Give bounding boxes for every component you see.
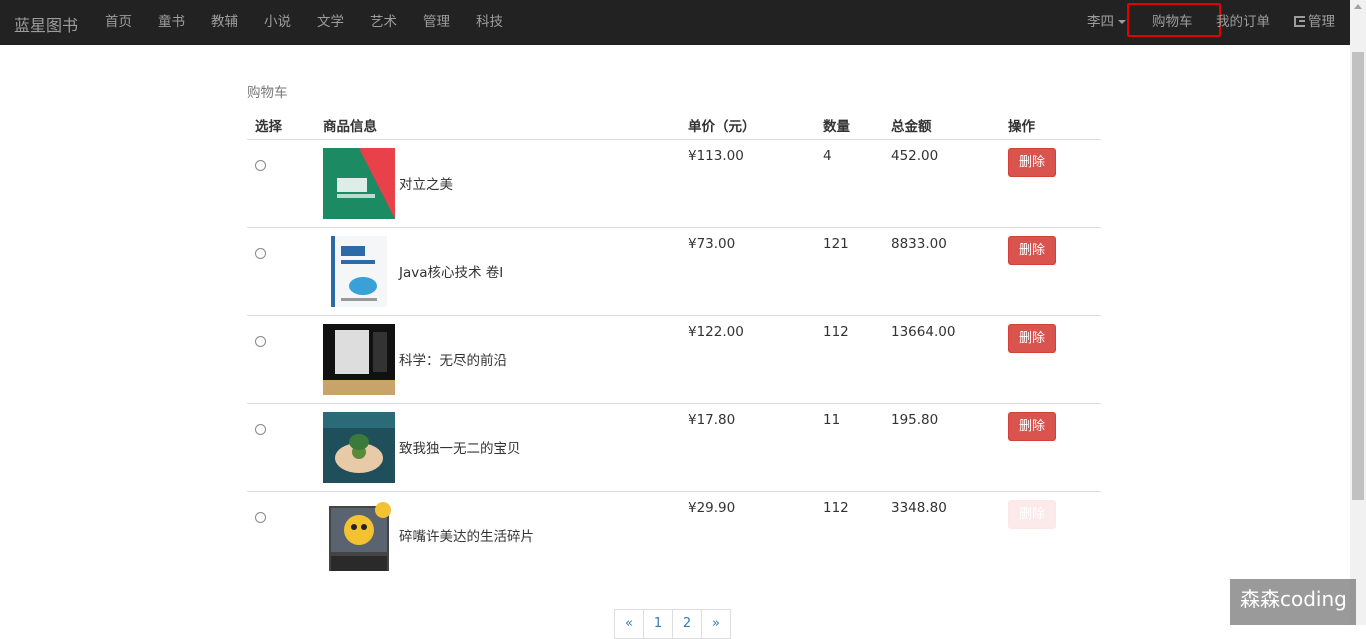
nav-admin-label: 管理: [1308, 14, 1335, 30]
total-amount: 13664.00: [883, 315, 1000, 404]
book-cover-image[interactable]: [323, 147, 395, 219]
product-info: Java核心技术 卷I: [323, 235, 672, 307]
product-info: 致我独一无二的宝贝: [323, 411, 672, 483]
nav-item-novels[interactable]: 小说: [251, 0, 304, 45]
cart-highlight-box: [1127, 3, 1221, 37]
book-cover-image[interactable]: [323, 411, 395, 483]
nav-item-management[interactable]: 管理: [410, 0, 463, 45]
nav-admin-link[interactable]: 管理: [1294, 14, 1335, 31]
watermark: 森森coding: [1230, 579, 1356, 625]
product-name[interactable]: 碎嘴许美达的生活碎片: [399, 525, 534, 545]
table-row: Java核心技术 卷I ¥73.00 121 8833.00 删除: [247, 227, 1101, 316]
product-info: 科学：无尽的前沿: [323, 323, 672, 395]
col-header-price: 单价（元）: [680, 111, 815, 140]
table-row: 科学：无尽的前沿 ¥122.00 112 13664.00 删除: [247, 315, 1101, 404]
table-row: 碎嘴许美达的生活碎片 ¥29.90 112 3348.80 删除: [247, 491, 1101, 579]
total-amount: 452.00: [883, 139, 1000, 228]
vertical-scrollbar[interactable]: [1350, 0, 1366, 625]
table-header-row: 选择 商品信息 单价（元） 数量 总金额 操作: [247, 111, 1101, 140]
col-header-total: 总金额: [883, 111, 1000, 140]
scroll-up-arrow-icon[interactable]: [1354, 4, 1362, 9]
nav-item-literature[interactable]: 文学: [304, 0, 357, 45]
user-name: 李四: [1087, 14, 1114, 30]
nav-orders-link[interactable]: 我的订单: [1216, 14, 1270, 31]
product-name[interactable]: 致我独一无二的宝贝: [399, 437, 521, 457]
delete-button[interactable]: 删除: [1008, 235, 1056, 265]
pagination-prev[interactable]: «: [614, 609, 644, 639]
pagination-page-2[interactable]: 2: [672, 609, 702, 639]
delete-button[interactable]: 删除: [1008, 147, 1056, 177]
caret-down-icon: [1118, 20, 1126, 24]
product-name[interactable]: Java核心技术 卷I: [399, 261, 503, 281]
quantity: 121: [815, 227, 883, 316]
nav-item-children-books[interactable]: 童书: [145, 0, 198, 45]
book-cover-image[interactable]: [323, 235, 395, 307]
table-row: 致我独一无二的宝贝 ¥17.80 11 195.80 删除: [247, 403, 1101, 492]
table-row: 对立之美 ¥113.00 4 452.00 删除: [247, 139, 1101, 228]
quantity: 4: [815, 139, 883, 228]
select-radio[interactable]: [255, 335, 266, 347]
quantity: 112: [815, 315, 883, 404]
book-cover-image[interactable]: [323, 323, 395, 395]
main-nav: 首页 童书 教辅 小说 文学 艺术 管理 科技: [92, 0, 516, 45]
pagination-next[interactable]: »: [701, 609, 731, 639]
user-menu[interactable]: 李四: [1087, 14, 1126, 31]
unit-price: ¥17.80: [680, 403, 815, 492]
nav-item-art[interactable]: 艺术: [357, 0, 410, 45]
select-radio[interactable]: [255, 511, 266, 523]
scrollbar-thumb[interactable]: [1352, 52, 1364, 500]
unit-price: ¥122.00: [680, 315, 815, 404]
total-amount: 195.80: [883, 403, 1000, 492]
unit-price: ¥29.90: [688, 499, 736, 516]
product-info: 碎嘴许美达的生活碎片: [323, 500, 672, 571]
select-radio[interactable]: [255, 247, 266, 259]
quantity: 112: [823, 499, 849, 516]
product-info: 对立之美: [323, 147, 672, 219]
col-header-action: 操作: [1000, 111, 1101, 140]
nav-item-textbooks[interactable]: 教辅: [198, 0, 251, 45]
select-radio[interactable]: [255, 423, 266, 435]
nav-item-technology[interactable]: 科技: [463, 0, 516, 45]
cart-table: 选择 商品信息 单价（元） 数量 总金额 操作 对立之美 ¥113.00 4 4…: [247, 111, 1101, 579]
total-amount: 8833.00: [883, 227, 1000, 316]
blur-overlay: [990, 500, 1110, 538]
product-name[interactable]: 科学：无尽的前沿: [399, 349, 507, 369]
delete-button[interactable]: 删除: [1008, 411, 1056, 441]
col-header-product: 商品信息: [315, 111, 680, 140]
nav-item-home[interactable]: 首页: [92, 0, 145, 45]
pagination: « 1 2 »: [614, 609, 731, 639]
unit-price: ¥73.00: [680, 227, 815, 316]
col-header-select: 选择: [247, 111, 315, 140]
page-title: 购物车: [247, 85, 288, 101]
logout-icon: [1294, 16, 1305, 27]
quantity: 11: [815, 403, 883, 492]
unit-price: ¥113.00: [680, 139, 815, 228]
book-cover-image[interactable]: [323, 500, 395, 571]
delete-button[interactable]: 删除: [1008, 323, 1056, 353]
pagination-page-1[interactable]: 1: [643, 609, 673, 639]
product-name[interactable]: 对立之美: [399, 173, 453, 193]
brand-logo[interactable]: 蓝星图书: [14, 12, 78, 36]
select-radio[interactable]: [255, 159, 266, 171]
col-header-quantity: 数量: [815, 111, 883, 140]
total-amount: 3348.80: [891, 499, 947, 516]
